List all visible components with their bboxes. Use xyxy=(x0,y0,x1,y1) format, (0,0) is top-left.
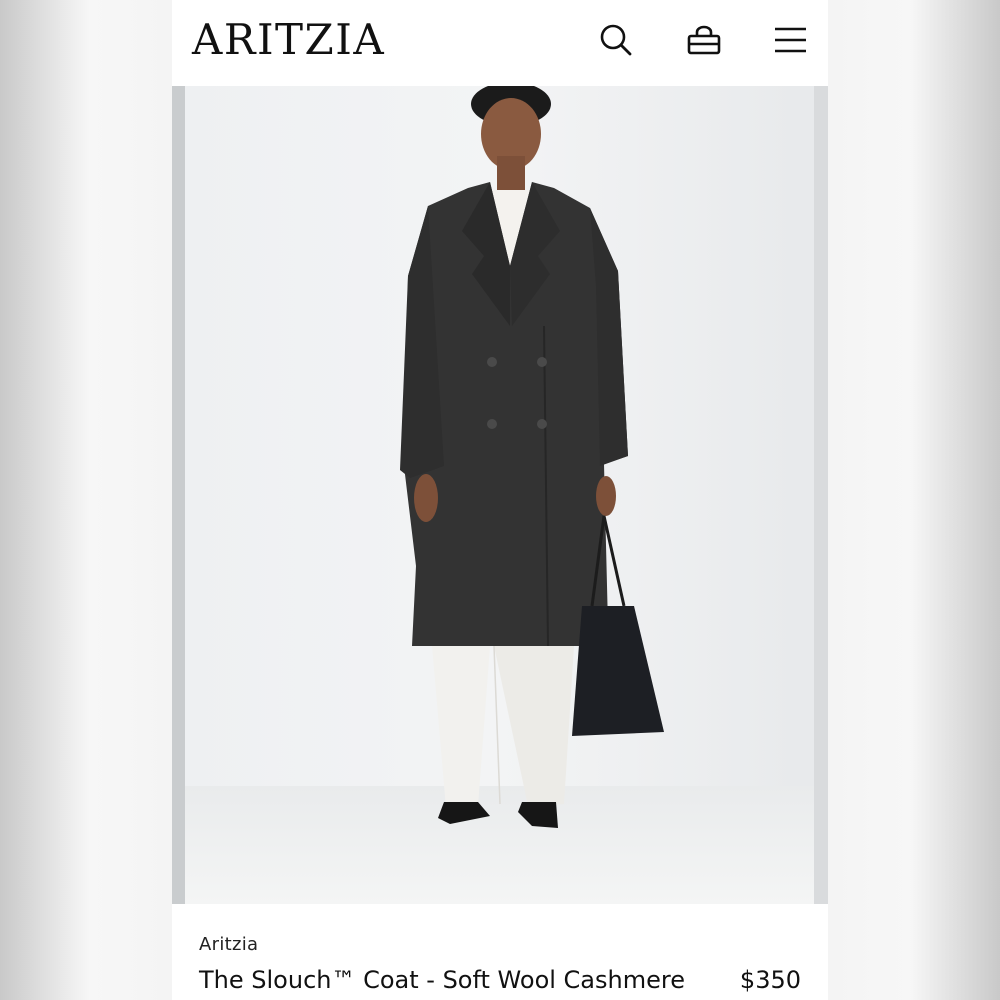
search-icon[interactable] xyxy=(596,20,636,60)
menu-icon[interactable] xyxy=(770,20,810,60)
brand-name[interactable]: Aritzia xyxy=(199,934,258,955)
site-header: ARITZIA xyxy=(172,0,828,86)
product-page: ARITZIA Aritzia The Slouch™ Coat - Soft … xyxy=(172,0,828,1000)
product-info: Aritzia The Slouch™ Coat - Soft Wool Cas… xyxy=(172,904,828,1000)
product-image[interactable] xyxy=(172,86,828,904)
shopping-bag-icon[interactable] xyxy=(684,20,724,60)
product-price: $350 xyxy=(739,966,801,994)
product-name[interactable]: The Slouch™ Coat - Soft Wool Cashmere xyxy=(199,966,685,994)
aritzia-logo[interactable]: ARITZIA xyxy=(192,12,385,68)
